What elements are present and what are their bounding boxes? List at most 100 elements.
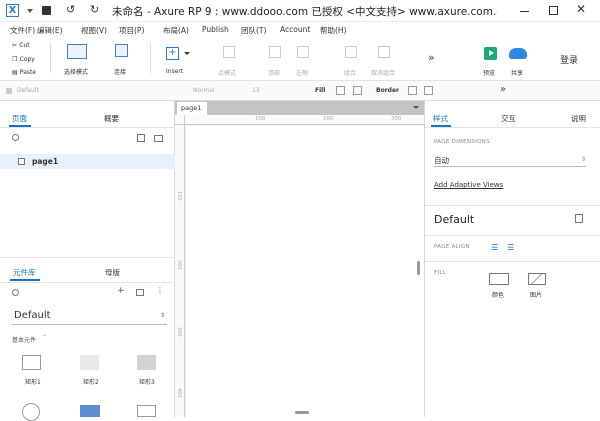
undo-icon[interactable]: ↺ <box>66 3 75 16</box>
menu-edit[interactable]: 编辑(E) <box>37 25 63 36</box>
widget-rectangle-1[interactable] <box>22 355 41 370</box>
insert-button[interactable]: + Insert <box>163 40 193 78</box>
divider <box>425 127 600 128</box>
select-mode-icon <box>67 44 87 59</box>
chevron-updown-icon: ⇕ <box>159 312 165 319</box>
minimize-icon[interactable] <box>520 11 529 12</box>
app-logo-icon[interactable]: X <box>6 4 19 17</box>
select-mode-button[interactable]: 选择模式 <box>58 40 98 78</box>
fill-image-button[interactable] <box>528 273 546 285</box>
fill-label: FILL <box>434 270 447 276</box>
copy-button[interactable]: ❐ Copy <box>12 55 35 63</box>
style-select: Default <box>17 87 39 94</box>
page-tree-item[interactable]: page1 <box>0 154 175 169</box>
widget-rectangle-2[interactable] <box>80 355 99 370</box>
ruler-label: 200 <box>323 116 334 122</box>
preview-button[interactable]: 预览 <box>480 40 504 78</box>
menu-account[interactable]: Account <box>280 25 310 34</box>
canvas-horizontal-scroll-handle[interactable] <box>295 411 309 414</box>
menu-team[interactable]: 团队(T) <box>241 25 266 36</box>
save-icon[interactable] <box>42 6 51 15</box>
tab-dropdown-icon[interactable] <box>413 106 419 109</box>
share-button[interactable]: 共享 <box>507 40 531 78</box>
tab-style[interactable]: 样式 <box>433 113 448 124</box>
format-more-button[interactable]: » <box>500 84 506 95</box>
widget-rectangle-3[interactable] <box>137 355 156 370</box>
style-name: Default <box>434 213 475 226</box>
menu-help[interactable]: 帮助(H) <box>320 25 347 36</box>
window-title: 未命名 - Axure RP 9 : www.ddooo.com 已授权 <中文… <box>112 6 497 18</box>
library-options-icon[interactable] <box>136 289 144 296</box>
ungroup-button: 取消组合 <box>368 40 402 78</box>
menu-layout[interactable]: 布局(A) <box>163 25 189 36</box>
canvas-vertical-scroll-handle[interactable] <box>417 261 420 275</box>
chevron-down-icon <box>184 52 190 55</box>
cut-icon: ✂ <box>12 42 18 49</box>
divider <box>425 235 600 236</box>
widget-placeholder[interactable] <box>137 405 156 417</box>
paste-icon: ▤ <box>12 69 18 76</box>
ruler-label: 300 <box>391 116 402 122</box>
style-options-icon[interactable] <box>575 214 583 223</box>
tab-libraries[interactable]: 元件库 <box>13 267 36 278</box>
connect-icon <box>115 44 128 57</box>
paste-button[interactable]: ▤ Paste <box>12 68 36 76</box>
maximize-icon[interactable] <box>549 6 558 15</box>
menu-publish[interactable]: Publish <box>202 25 229 34</box>
tab-interactions[interactable]: 交互 <box>501 113 516 124</box>
chevron-updown-icon: ⇕ <box>580 156 586 163</box>
border-color-swatch[interactable] <box>408 86 417 95</box>
fill-image-label: 图片 <box>530 292 543 299</box>
design-canvas[interactable] <box>186 126 424 417</box>
ruler-label: 100 <box>255 116 266 122</box>
widget-label: 矩形3 <box>139 379 155 386</box>
search-icon[interactable] <box>12 134 19 141</box>
toolbar-more-button[interactable]: » <box>428 51 435 64</box>
align-top-button: 顶部 <box>264 40 288 78</box>
library-section-label: 基本元件 <box>12 337 37 344</box>
border-width-swatch[interactable] <box>424 86 433 95</box>
divider <box>0 127 175 128</box>
library-select[interactable]: Default ⇕ <box>12 308 167 325</box>
add-page-icon[interactable] <box>137 134 145 142</box>
more-vertical-icon[interactable]: ⋮ <box>156 286 164 295</box>
connect-button[interactable]: 连接 <box>106 40 136 78</box>
library-select-value: Default <box>14 310 51 321</box>
window-menu-icon[interactable] <box>27 9 33 13</box>
close-icon[interactable]: ✕ <box>576 2 586 16</box>
align-center-page-icon[interactable]: ☰ <box>507 243 514 252</box>
toolbar-divider <box>50 43 51 73</box>
menu-view[interactable]: 视图(V) <box>81 25 107 36</box>
redo-icon[interactable]: ↻ <box>90 3 99 16</box>
page-tab[interactable]: page1 <box>177 102 207 115</box>
align-left-page-icon[interactable]: ☰ <box>491 243 498 252</box>
tab-masters[interactable]: 母版 <box>105 267 120 278</box>
menu-file[interactable]: 文件(F) <box>10 25 35 36</box>
fill-color-swatch[interactable] <box>336 86 345 95</box>
add-library-icon[interactable]: + <box>117 286 125 296</box>
page-dimensions-select[interactable]: 自动 ⇕ <box>434 153 586 167</box>
add-adaptive-views-link[interactable]: Add Adaptive Views <box>434 181 503 189</box>
tab-notes[interactable]: 说明 <box>571 113 586 124</box>
add-folder-icon[interactable] <box>154 135 163 142</box>
library-search-icon[interactable] <box>12 289 19 296</box>
group-button: 组合 <box>340 40 364 78</box>
section-collapse-icon[interactable]: ⌃ <box>42 334 47 341</box>
divider <box>0 282 175 283</box>
menu-project[interactable]: 项目(P) <box>119 25 144 36</box>
point-mode-icon <box>223 46 235 58</box>
login-button[interactable]: 登录 <box>560 53 578 66</box>
divider <box>0 257 175 258</box>
widget-ellipse[interactable] <box>22 403 40 421</box>
fill-image-swatch[interactable] <box>353 86 362 95</box>
tab-pages[interactable]: 页面 <box>12 113 27 124</box>
tab-outline[interactable]: 概要 <box>104 113 119 124</box>
main-toolbar: ✂ Cut ❐ Copy ▤ Paste 选择模式 连接 + Insert 点模… <box>0 37 600 81</box>
title-bar: X ↺ ↻ 未命名 - Axure RP 9 : www.ddooo.com 已… <box>0 0 600 22</box>
fill-color-button[interactable] <box>489 273 509 285</box>
vertical-ruler <box>175 125 185 417</box>
style-brush-icon <box>6 88 12 94</box>
page-align-label: PAGE ALIGN <box>434 244 470 250</box>
cut-button[interactable]: ✂ Cut <box>12 41 30 49</box>
widget-image[interactable] <box>80 405 100 417</box>
